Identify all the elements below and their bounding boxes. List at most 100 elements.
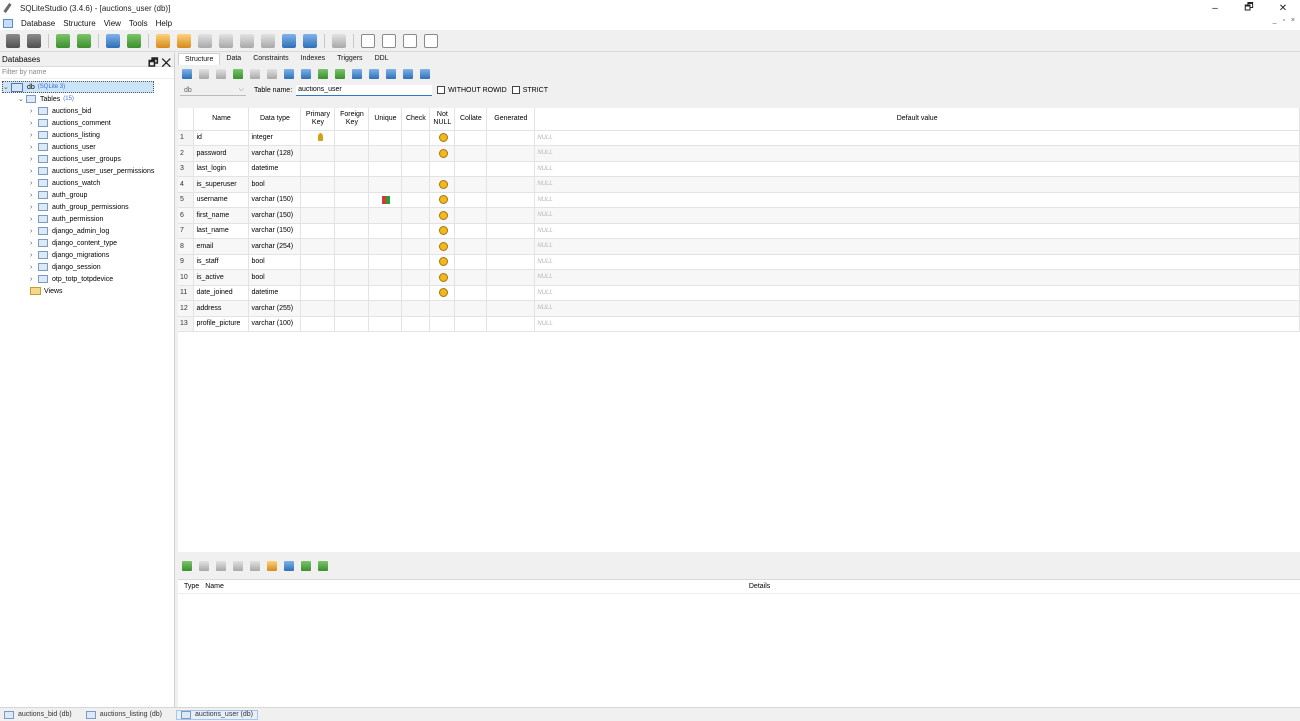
expand-arrow-icon[interactable]: › <box>30 276 38 283</box>
header-collate[interactable]: Collate <box>454 108 488 131</box>
check-cell[interactable] <box>401 161 431 177</box>
generated-cell[interactable] <box>486 316 536 332</box>
add-database-icon[interactable] <box>56 33 70 48</box>
check-cell[interactable] <box>401 254 431 270</box>
header-constraint-name[interactable]: Name <box>205 583 224 590</box>
menu-tools[interactable]: Tools <box>125 19 152 28</box>
foreign-key-cell[interactable] <box>334 161 370 177</box>
create-index-icon[interactable] <box>352 69 362 79</box>
check-cell[interactable] <box>401 316 431 332</box>
refresh-structure-icon[interactable] <box>182 69 192 79</box>
collate-cell[interactable] <box>454 316 488 332</box>
commit-structure-icon[interactable] <box>199 69 209 79</box>
foreign-key-cell[interactable] <box>334 130 370 146</box>
default-value[interactable]: NULL <box>534 145 1300 162</box>
default-value[interactable]: NULL <box>534 161 1300 177</box>
foreign-key-cell[interactable] <box>334 238 370 255</box>
collate-cell[interactable] <box>454 145 488 162</box>
primary-key-cell[interactable] <box>300 192 336 208</box>
create-table-icon[interactable] <box>106 33 120 48</box>
add-constraint-icon[interactable] <box>318 69 328 79</box>
column-type[interactable]: varchar (150) <box>248 223 302 239</box>
foreign-key-cell[interactable] <box>334 254 370 270</box>
restore-button[interactable]: 🗗 <box>1232 0 1266 16</box>
primary-key-cell[interactable] <box>300 145 336 162</box>
expand-arrow-icon[interactable]: › <box>30 156 38 163</box>
undo-icon[interactable] <box>420 69 430 79</box>
default-value[interactable]: NULL <box>534 269 1300 286</box>
default-value[interactable]: NULL <box>534 176 1300 193</box>
default-value[interactable]: NULL <box>534 223 1300 239</box>
primary-key-cell[interactable] <box>300 130 336 146</box>
edit-table-constraint-icon[interactable] <box>199 561 209 571</box>
panel-float-close-buttons[interactable]: 🗗 ✕ <box>148 54 171 73</box>
column-type[interactable]: varchar (150) <box>248 192 302 208</box>
table-row[interactable]: 3 last_login datetime NULL <box>178 161 1300 177</box>
rollback-structure-icon[interactable] <box>216 69 226 79</box>
default-value[interactable]: NULL <box>534 300 1300 317</box>
add-table-constraint-icon[interactable] <box>182 561 192 571</box>
not-null-cell[interactable] <box>429 130 456 146</box>
generated-cell[interactable] <box>486 269 536 286</box>
generated-cell[interactable] <box>486 192 536 208</box>
tree-item-table[interactable]: › auctions_user <box>30 141 96 153</box>
not-null-cell[interactable] <box>429 285 456 301</box>
header-generated[interactable]: Generated <box>486 108 536 131</box>
column-name[interactable]: profile_picture <box>193 316 250 332</box>
collations-icon[interactable] <box>219 33 233 48</box>
ddl-history-icon[interactable] <box>261 33 275 48</box>
not-null-cell[interactable] <box>429 316 456 332</box>
unique-cell[interactable] <box>368 238 403 255</box>
header-unique[interactable]: Unique <box>368 108 403 131</box>
collapse-arrow-icon[interactable]: ⌄ <box>18 95 26 103</box>
tree-item-db[interactable]: ⌄ db (SQLite 3) <box>2 81 154 93</box>
expand-arrow-icon[interactable]: › <box>30 180 38 187</box>
window-tab-auctions-bid[interactable]: auctions_bid (db) <box>4 710 72 719</box>
menu-help[interactable]: Help <box>152 19 176 28</box>
not-null-cell[interactable] <box>429 145 456 162</box>
extensions-icon[interactable] <box>240 33 254 48</box>
column-name[interactable]: address <box>193 300 250 317</box>
export-icon[interactable] <box>303 33 317 48</box>
tab-ddl[interactable]: DDL <box>369 53 395 65</box>
expand-arrow-icon[interactable]: › <box>30 120 38 127</box>
move-constraint-up-icon[interactable] <box>233 561 243 571</box>
expand-arrow-icon[interactable]: › <box>30 228 38 235</box>
cascade-windows-icon[interactable] <box>424 33 438 48</box>
check-cell[interactable] <box>401 145 431 162</box>
checkbox-box[interactable] <box>511 86 520 94</box>
open-sql-editor-icon[interactable] <box>156 33 170 48</box>
add-foreign-key-icon[interactable] <box>284 561 294 571</box>
primary-key-cell[interactable] <box>300 316 336 332</box>
add-column-icon[interactable] <box>233 69 243 79</box>
column-type[interactable]: varchar (254) <box>248 238 302 255</box>
create-trigger-icon[interactable] <box>369 69 379 79</box>
column-name[interactable]: last_login <box>193 161 250 177</box>
edit-table-icon[interactable] <box>127 33 141 48</box>
table-row[interactable]: 13 profile_picture varchar (100) NULL <box>178 316 1300 332</box>
tree-item-table[interactable]: › auctions_bid <box>30 105 91 117</box>
close-button[interactable]: ✕ <box>1266 0 1300 16</box>
column-type[interactable]: varchar (128) <box>248 145 302 162</box>
expand-arrow-icon[interactable]: › <box>30 192 38 199</box>
generated-cell[interactable] <box>486 176 536 193</box>
tree-item-table[interactable]: › auth_group_permissions <box>30 201 129 213</box>
tree-item-table[interactable]: › django_session <box>30 261 101 273</box>
foreign-key-cell[interactable] <box>334 269 370 286</box>
foreign-key-cell[interactable] <box>334 207 370 224</box>
not-null-cell[interactable] <box>429 254 456 270</box>
default-value[interactable]: NULL <box>534 192 1300 208</box>
header-type[interactable]: Type <box>184 583 199 590</box>
unique-cell[interactable] <box>368 161 403 177</box>
tree-item-table[interactable]: › auctions_listing <box>30 129 100 141</box>
generated-cell[interactable] <box>486 145 536 162</box>
collate-cell[interactable] <box>454 161 488 177</box>
column-type[interactable]: integer <box>248 130 302 146</box>
collate-cell[interactable] <box>454 269 488 286</box>
menu-database[interactable]: Database <box>17 19 59 28</box>
connect-icon[interactable] <box>6 33 20 48</box>
tree-item-table[interactable]: › auctions_comment <box>30 117 111 129</box>
mdi-window-controls[interactable]: _ ▫ × <box>1273 17 1297 24</box>
table-row[interactable]: 10 is_active bool NULL <box>178 269 1300 286</box>
generated-cell[interactable] <box>486 207 536 224</box>
